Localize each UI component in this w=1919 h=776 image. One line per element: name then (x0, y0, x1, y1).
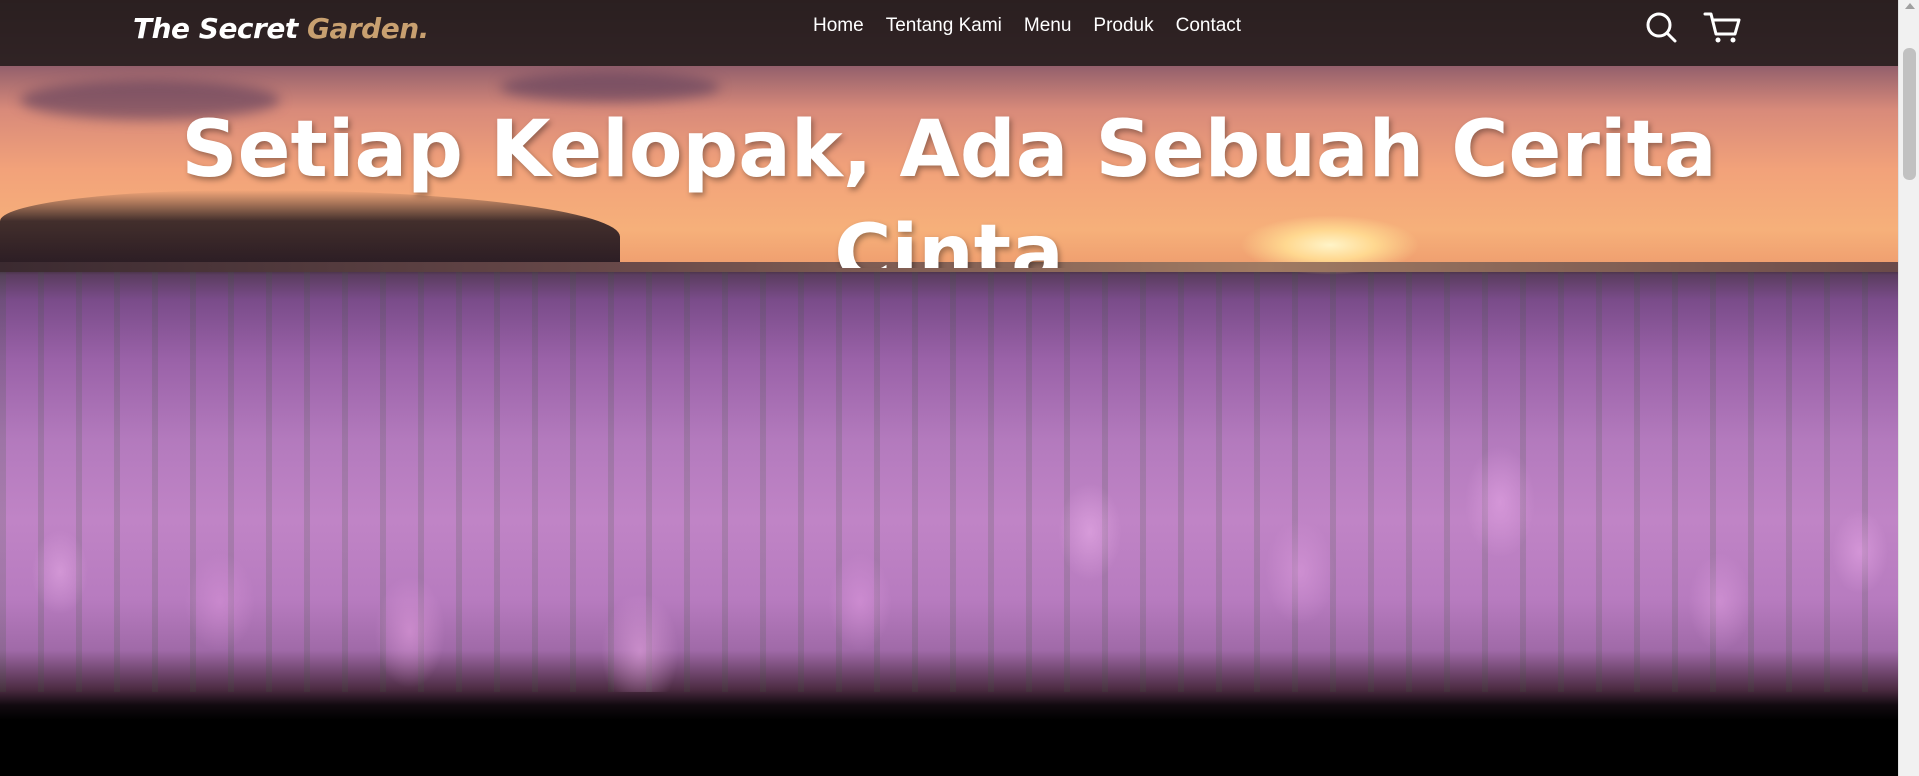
brand-logo[interactable]: The Secret Garden. (133, 12, 429, 45)
cart-icon[interactable] (1702, 9, 1742, 45)
navbar: The Secret Garden. Home Tentang Kami Men… (0, 0, 1898, 66)
nav-tentang-kami[interactable]: Tentang Kami (886, 14, 1002, 38)
nav-menu[interactable]: Menu (1024, 14, 1072, 38)
nav-links: Home Tentang Kami Menu Produk Contact (813, 14, 1241, 38)
nav-contact[interactable]: Contact (1176, 14, 1241, 38)
brand-name: The Secret (133, 12, 298, 45)
hero-headline: Setiap Kelopak, Ada Sebuah Cerita Cinta (181, 105, 1717, 268)
nav-produk[interactable]: Produk (1093, 14, 1153, 38)
scroll-thumb[interactable] (1903, 48, 1916, 180)
hero-headline-wrap: Setiap Kelopak, Ada Sebuah Cerita Cinta (0, 98, 1898, 268)
nav-home[interactable]: Home (813, 14, 864, 38)
hero-section: Setiap Kelopak, Ada Sebuah Cerita Cinta (0, 0, 1898, 776)
search-icon[interactable] (1642, 9, 1682, 45)
scroll-up-arrow-icon[interactable] (1905, 3, 1915, 9)
page-viewport: Setiap Kelopak, Ada Sebuah Cerita Cinta … (0, 0, 1898, 776)
nav-icons (1642, 9, 1742, 45)
page-scrollbar[interactable] (1898, 0, 1919, 776)
tulip-field (0, 272, 1898, 692)
brand-accent: Garden. (306, 12, 429, 45)
